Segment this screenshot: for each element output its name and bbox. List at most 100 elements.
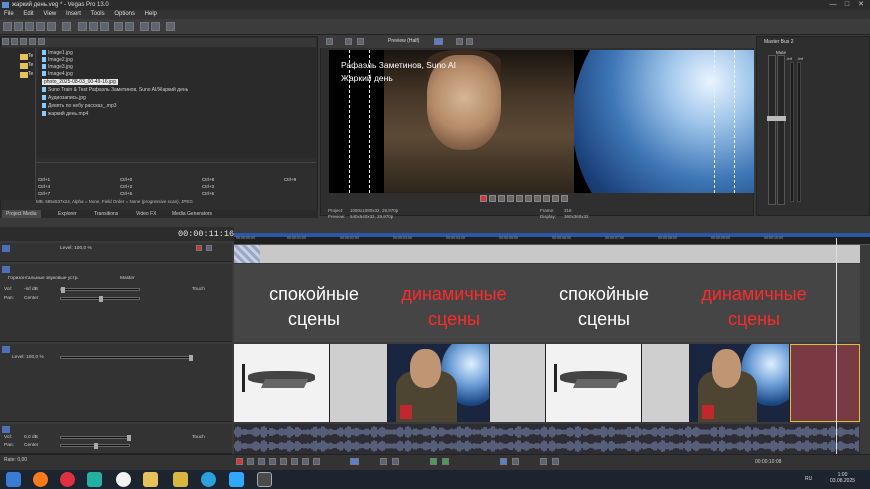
next-frame-icon[interactable] <box>561 195 568 202</box>
video-event-crossfade[interactable] <box>330 344 388 422</box>
master-fader-left[interactable] <box>767 55 777 205</box>
pan-slider[interactable] <box>60 443 130 449</box>
slider-knob[interactable] <box>189 355 193 361</box>
opera-icon[interactable] <box>60 472 75 487</box>
play-from-start-icon[interactable] <box>258 458 265 465</box>
up-folder-icon[interactable] <box>20 38 27 45</box>
ignore-grouping-icon[interactable] <box>552 458 559 465</box>
undo-icon[interactable] <box>114 22 123 31</box>
video-event-plane[interactable] <box>546 344 642 422</box>
save-snapshot-icon[interactable] <box>466 38 473 45</box>
track-header-4[interactable]: Vol: 0,0 dB Pan: Center Touch <box>0 424 232 454</box>
close-button[interactable]: ✕ <box>856 1 866 9</box>
text-track-lane[interactable]: спокойные сцены динамичные сцены спокойные… <box>234 264 860 342</box>
refresh-icon[interactable] <box>29 38 36 45</box>
menu-view[interactable]: View <box>39 10 60 19</box>
edit-tool-icon[interactable] <box>140 22 149 31</box>
system-clock[interactable]: 1:00 03.08.2025 <box>830 472 855 484</box>
menu-help[interactable]: Help <box>141 10 161 19</box>
menu-file[interactable]: File <box>0 10 18 19</box>
slider-knob[interactable] <box>99 296 103 302</box>
pause-icon[interactable] <box>516 195 523 202</box>
video-track-lane[interactable] <box>234 344 860 422</box>
overlays-icon[interactable] <box>434 38 443 45</box>
auto-crossfade-icon[interactable] <box>512 458 519 465</box>
loop-icon[interactable] <box>247 458 254 465</box>
firefox-icon[interactable] <box>33 472 48 487</box>
tab-explorer[interactable]: Explorer <box>58 210 77 218</box>
audio-track-lane[interactable] <box>234 424 860 454</box>
properties-icon[interactable] <box>62 22 71 31</box>
menu-edit[interactable]: Edit <box>19 10 37 19</box>
loop-icon[interactable] <box>489 195 496 202</box>
event-clip[interactable] <box>234 245 260 263</box>
trim-icon[interactable] <box>392 458 399 465</box>
save-icon[interactable] <box>25 22 34 31</box>
slider-knob[interactable] <box>94 443 98 449</box>
cut-icon[interactable] <box>78 22 87 31</box>
go-to-start-icon[interactable] <box>534 195 541 202</box>
record-icon[interactable] <box>236 458 243 465</box>
master-fader-right[interactable] <box>776 55 786 205</box>
video-event-pilot[interactable] <box>690 344 790 422</box>
maximize-button[interactable]: □ <box>842 1 852 9</box>
fader-knob[interactable] <box>776 116 786 121</box>
tab-project-media[interactable]: Project Media <box>2 210 41 218</box>
start-button-icon[interactable] <box>6 472 21 487</box>
region-label[interactable]: Ctrl+5 <box>120 191 132 196</box>
volume-slider[interactable] <box>60 287 140 293</box>
go-to-end-icon[interactable] <box>313 458 320 465</box>
app-icon[interactable] <box>173 472 188 487</box>
marker-icon[interactable] <box>430 458 437 465</box>
file-item[interactable]: Аудиозапись.jpg <box>42 95 86 101</box>
views-icon[interactable] <box>38 38 45 45</box>
prev-frame-icon[interactable] <box>552 195 559 202</box>
tree-item[interactable]: Te <box>28 62 33 68</box>
minimize-button[interactable]: — <box>828 1 838 9</box>
pause-icon[interactable] <box>280 458 287 465</box>
pan-slider[interactable] <box>60 296 140 302</box>
save-as-icon[interactable] <box>36 22 45 31</box>
region-icon[interactable] <box>442 458 449 465</box>
file-item[interactable]: Image1.jpg <box>42 50 73 56</box>
file-item[interactable]: Image2.jpg <box>42 57 73 63</box>
tab-media-generators[interactable]: Media Generators <box>172 210 212 218</box>
playhead-cursor[interactable] <box>836 238 837 454</box>
video-event-selected[interactable] <box>790 344 860 422</box>
file-item-selected[interactable]: photo_2025-08-03_00-49-16.jpg <box>42 79 118 85</box>
open-icon[interactable] <box>14 22 23 31</box>
level-slider[interactable] <box>60 355 193 361</box>
menu-insert[interactable]: Insert <box>62 10 85 19</box>
lock-envelopes-icon[interactable] <box>540 458 547 465</box>
go-to-start-icon[interactable] <box>302 458 309 465</box>
snapping-icon[interactable] <box>500 458 507 465</box>
paste-icon[interactable] <box>100 22 109 31</box>
yandex-browser-icon[interactable] <box>116 472 131 487</box>
preview-quality-select[interactable]: Preview (Half) <box>388 38 419 44</box>
track-mute-icon[interactable] <box>196 245 202 251</box>
track-header-1[interactable]: Level: 100,0 % <box>0 243 232 262</box>
go-to-end-icon[interactable] <box>543 195 550 202</box>
timeline-ruler[interactable]: 00:00:00:00 00:00:01:00 00:00:02:00 00:0… <box>234 233 870 245</box>
back-icon[interactable] <box>2 38 9 45</box>
play-icon[interactable] <box>269 458 276 465</box>
play-from-start-icon[interactable] <box>498 195 505 202</box>
track-master-output[interactable]: Master <box>120 276 135 281</box>
region-label[interactable]: Ctrl+9 <box>284 177 296 182</box>
input-language[interactable]: RU <box>805 476 812 482</box>
tree-item[interactable]: Te <box>28 53 33 59</box>
region-label[interactable]: Ctrl+3 <box>202 184 214 189</box>
menu-options[interactable]: Options <box>110 10 139 19</box>
app-icon[interactable] <box>87 472 102 487</box>
preview-fx-icon[interactable] <box>345 38 352 45</box>
file-item[interactable]: Suno Train & Test Рафаэль Заметинов, Sun… <box>42 87 188 93</box>
region-label[interactable]: Ctrl+1 <box>38 177 50 182</box>
redo-icon[interactable] <box>125 22 134 31</box>
automation-mode[interactable]: Touch <box>192 287 205 292</box>
stop-icon[interactable] <box>291 458 298 465</box>
video-event-pilot[interactable] <box>388 344 490 422</box>
forward-icon[interactable] <box>11 38 18 45</box>
tree-item[interactable]: Te <box>28 71 33 77</box>
file-item[interactable]: Image4.jpg <box>42 71 73 77</box>
help-icon[interactable] <box>166 22 175 31</box>
